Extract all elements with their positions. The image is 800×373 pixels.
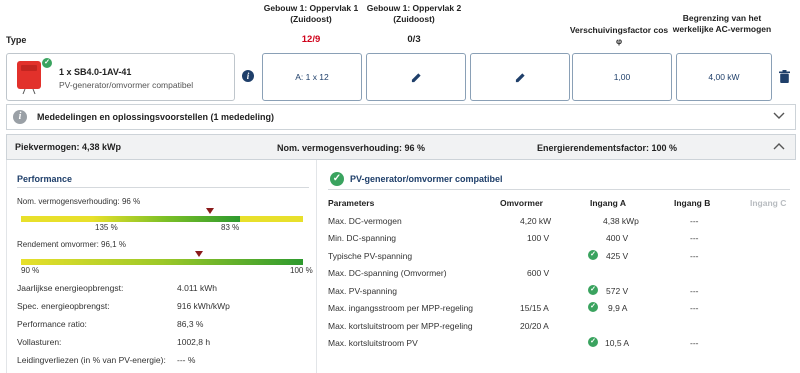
col-ingang-c: Ingang C [750, 198, 787, 208]
nom-ratio-label: Nom. vermogensverhouding: 96 % [17, 197, 141, 206]
efficiency-low: 90 % [21, 266, 40, 275]
performance-panel: Performance Nom. vermogensverhouding: 96… [6, 160, 317, 373]
param-omvormer: 4,20 kW [520, 216, 552, 226]
param-ingang-a: 9,9 A [608, 303, 628, 313]
efficiency-high: 100 % [290, 266, 313, 275]
param-name: Max. DC-spanning (Omvormer) [328, 268, 447, 278]
compatible-check-icon: ✓ [330, 172, 344, 186]
perf-row-label: Jaarlijkse energieopbrengst: [17, 283, 124, 293]
energy-factor: Energierendementsfactor: 100 % [537, 143, 678, 153]
chevron-down-icon [773, 112, 785, 122]
param-ingang-b: --- [690, 233, 699, 243]
param-name: Max. DC-vermogen [328, 216, 402, 226]
parameters-title: PV-generator/omvormer compatibel [350, 174, 503, 184]
edit-button[interactable] [470, 53, 570, 101]
param-omvormer: 600 V [527, 268, 550, 278]
param-ingang-a: 10,5 A [605, 338, 630, 348]
param-ingang-b: --- [690, 286, 699, 296]
perf-row-value: --- % [177, 355, 196, 365]
cosphi-header: Verschuivingsfactor cos φ [569, 25, 669, 46]
efficiency-label: Rendement omvormer: 96,1 % [17, 240, 126, 249]
param-ingang-a: 400 V [606, 233, 629, 243]
summary-bar[interactable]: Piekvermogen: 4,38 kWp Nom. vermogensver… [6, 134, 796, 160]
param-ingang-b: --- [690, 338, 699, 348]
perf-row-label: Performance ratio: [17, 319, 87, 329]
performance-title: Performance [17, 174, 73, 184]
ac-limit-input[interactable]: 4,00 kW [676, 53, 772, 101]
surface1-header: Gebouw 1: Oppervlak 1 (Zuidoost) [263, 3, 359, 24]
notices-bar[interactable]: i Mededelingen en oplossingsvoorstellen … [6, 104, 796, 130]
check-icon: ✓ [588, 250, 598, 260]
inverter-status: PV-generator/omvormer compatibel [59, 80, 194, 90]
surface2-count: 0/3 [407, 34, 421, 45]
param-name: Typische PV-spanning [328, 251, 413, 261]
param-ingang-a: 4,38 kWp [603, 216, 639, 226]
perf-row-value: 4.011 kWh [177, 283, 218, 293]
nom-ratio-marker [206, 208, 214, 214]
param-ingang-b: --- [690, 216, 699, 226]
type-header: Type [6, 35, 27, 45]
notices-label: Mededelingen en oplossingsvoorstellen (1… [37, 112, 275, 122]
perf-row-label: Leidingverliezen (in % van PV-energie): [17, 355, 166, 365]
perf-row-label: Spec. energieopbrengst: [17, 301, 110, 311]
pencil-icon [411, 72, 421, 82]
param-ingang-b: --- [690, 303, 699, 313]
surface2-edit-button[interactable] [366, 53, 466, 101]
chevron-up-icon [773, 142, 785, 152]
info-icon[interactable]: i [242, 70, 254, 82]
col-ingang-a: Ingang A [590, 198, 627, 208]
trash-icon[interactable] [779, 70, 790, 88]
ac-limit-header: Begrenzing van het werkelijke AC-vermoge… [672, 13, 772, 34]
check-icon: ✓ [588, 285, 598, 295]
nom-ratio-high: 83 % [221, 223, 240, 232]
compatible-check-icon: ✓ [42, 58, 52, 68]
perf-row-value: 916 kWh/kWp [177, 301, 230, 311]
nom-ratio-low: 135 % [95, 223, 118, 232]
inverter-card[interactable]: ✓ 1 x SB4.0-1AV-41 PV-generator/omvormer… [6, 53, 235, 101]
check-icon: ✓ [588, 302, 598, 312]
param-name: Max. PV-spanning [328, 286, 397, 296]
nom-ratio-bar [21, 216, 303, 222]
inverter-name: 1 x SB4.0-1AV-41 [59, 67, 132, 77]
param-ingang-a: 425 V [606, 251, 629, 261]
param-name: Max. ingangsstroom per MPP-regeling [328, 303, 474, 313]
efficiency-marker [195, 251, 203, 257]
cosphi-input[interactable]: 1,00 [572, 53, 672, 101]
perf-row-value: 86,3 % [177, 319, 204, 329]
param-name: Min. DC-spanning [328, 233, 397, 243]
param-ingang-a: 572 V [606, 286, 629, 296]
power-ratio: Nom. vermogensverhouding: 96 % [277, 143, 426, 153]
info-icon: i [13, 110, 27, 124]
check-icon: ✓ [588, 337, 598, 347]
surface1-config[interactable]: A: 1 x 12 [262, 53, 362, 101]
param-name: Max. kortsluitstroom per MPP-regeling [328, 321, 473, 331]
param-omvormer: 20/20 A [520, 321, 549, 331]
param-omvormer: 100 V [527, 233, 550, 243]
col-parameters: Parameters [328, 198, 375, 208]
param-ingang-b: --- [690, 251, 699, 261]
inverter-image [15, 59, 45, 95]
peak-power: Piekvermogen: 4,38 kWp [15, 142, 122, 152]
parameters-panel: ✓ PV-generator/omvormer compatibel Param… [318, 160, 796, 373]
col-ingang-b: Ingang B [674, 198, 711, 208]
efficiency-bar [21, 259, 303, 265]
param-name: Max. kortsluitstroom PV [328, 338, 418, 348]
surface1-count: 12/9 [301, 34, 321, 45]
perf-row-label: Vollasturen: [17, 337, 62, 347]
col-omvormer: Omvormer [500, 198, 543, 208]
param-omvormer: 15/15 A [520, 303, 549, 313]
perf-row-value: 1002,8 h [177, 337, 211, 347]
surface2-header: Gebouw 1: Oppervlak 2 (Zuidoost) [366, 3, 462, 24]
pencil-icon [515, 72, 525, 82]
